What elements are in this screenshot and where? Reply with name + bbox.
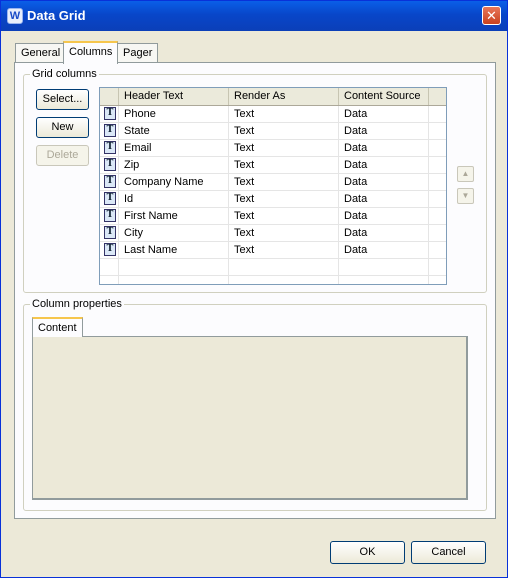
content-source-column[interactable]: Content Source [339,88,429,105]
render-as-cell: Text [229,106,339,122]
text-column-icon: T [104,175,116,188]
header-text-cell: First Name [119,208,229,224]
table-row[interactable]: T Zip Text Data [100,157,446,174]
header-icon-cell [100,88,119,105]
columns-grid[interactable]: Header Text Render As Content Source T Ph… [99,87,447,285]
empty-row [100,259,446,276]
row-icon-cell: T [100,123,119,139]
header-text-cell: Email [119,140,229,156]
data-grid-dialog: W Data Grid ✕ General Columns Pager Grid… [0,0,508,578]
row-icon-cell [100,259,119,275]
table-row[interactable]: T Phone Text Data [100,106,446,123]
render-as-column[interactable]: Render As [229,88,339,105]
arrow-down-icon: ▼ [461,191,470,200]
header-text-cell: Company Name [119,174,229,190]
grid-columns-legend: Grid columns [32,68,97,80]
table-row[interactable]: T State Text Data [100,123,446,140]
select-button[interactable]: Select... [36,89,89,110]
close-icon: ✕ [486,8,497,23]
row-icon-cell: T [100,106,119,122]
empty-row [100,276,446,284]
header-text-cell: Phone [119,106,229,122]
render-as-cell: Text [229,174,339,190]
new-button[interactable]: New [36,117,89,138]
row-icon-cell: T [100,157,119,173]
header-text-column[interactable]: Header Text [119,88,229,105]
table-row[interactable]: T First Name Text Data [100,208,446,225]
move-down-button[interactable]: ▼ [457,188,474,204]
tab-pager[interactable]: Pager [117,43,159,62]
header-text-cell [119,259,229,275]
header-text-cell: Id [119,191,229,207]
tab-content[interactable]: Content [32,317,83,337]
text-column-icon: T [104,243,116,256]
render-as-cell [229,259,339,275]
text-column-icon: T [104,107,116,120]
grid-body: T Phone Text Data T State Text Data T Email Text Da… [100,106,446,284]
cancel-button[interactable]: Cancel [411,541,486,564]
content-source-cell: Data [339,157,429,173]
header-text-cell [119,276,229,284]
text-column-icon: T [104,192,116,205]
render-as-cell [229,276,339,284]
content-source-cell: Data [339,191,429,207]
table-row[interactable]: T Company Name Text Data [100,174,446,191]
header-text-cell: State [119,123,229,139]
content-source-cell [339,276,429,284]
header-text-cell: City [119,225,229,241]
grid-header: Header Text Render As Content Source [100,88,446,106]
close-button[interactable]: ✕ [482,6,501,25]
content-source-cell: Data [339,242,429,258]
row-icon-cell: T [100,208,119,224]
content-tab-page [32,336,468,500]
render-as-cell: Text [229,242,339,258]
content-source-cell: Data [339,225,429,241]
text-column-icon: T [104,209,116,222]
render-as-cell: Text [229,208,339,224]
title-bar[interactable]: W Data Grid ✕ [1,1,507,31]
text-column-icon: T [104,124,116,137]
table-row[interactable]: T Email Text Data [100,140,446,157]
column-properties-legend: Column properties [32,298,122,310]
header-text-cell: Last Name [119,242,229,258]
row-icon-cell: T [100,242,119,258]
content-source-cell: Data [339,140,429,156]
render-as-cell: Text [229,123,339,139]
table-row[interactable]: T Id Text Data [100,191,446,208]
app-logo-icon: W [7,8,23,24]
row-icon-cell: T [100,140,119,156]
table-row[interactable]: T Last Name Text Data [100,242,446,259]
text-column-icon: T [104,158,116,171]
table-row[interactable]: T City Text Data [100,225,446,242]
row-icon-cell: T [100,174,119,190]
ok-button[interactable]: OK [330,541,405,564]
render-as-cell: Text [229,157,339,173]
content-source-cell: Data [339,174,429,190]
arrow-up-icon: ▲ [461,169,470,178]
move-up-button[interactable]: ▲ [457,166,474,182]
content-source-cell: Data [339,123,429,139]
render-as-cell: Text [229,225,339,241]
row-icon-cell [100,276,119,284]
render-as-cell: Text [229,191,339,207]
row-icon-cell: T [100,191,119,207]
content-source-cell [339,259,429,275]
tab-general[interactable]: General [15,43,67,62]
render-as-cell: Text [229,140,339,156]
text-column-icon: T [104,226,116,239]
delete-button[interactable]: Delete [36,145,89,166]
row-icon-cell: T [100,225,119,241]
header-text-cell: Zip [119,157,229,173]
content-source-cell: Data [339,106,429,122]
content-source-cell: Data [339,208,429,224]
text-column-icon: T [104,141,116,154]
tab-columns[interactable]: Columns [63,41,119,64]
window-title: Data Grid [27,8,86,23]
